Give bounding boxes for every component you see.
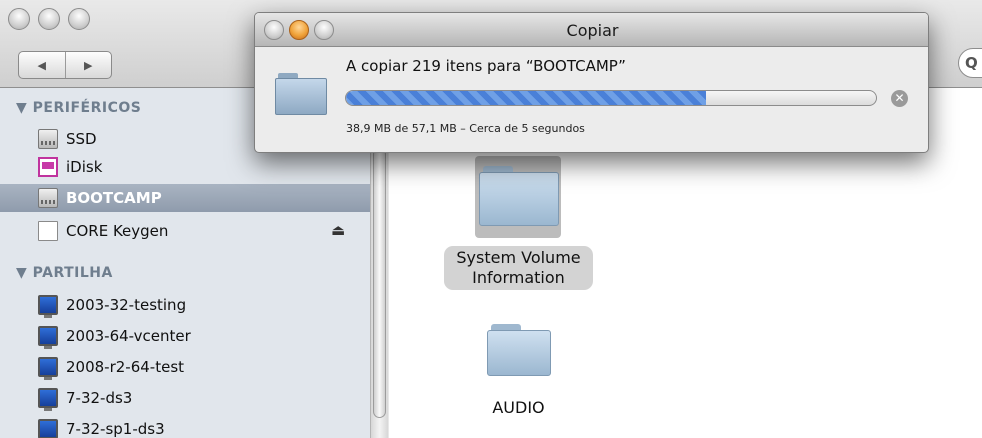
section-header-devices[interactable]: ▼ PERIFÉRICOS bbox=[16, 100, 141, 116]
sidebar-item-idisk[interactable]: iDisk bbox=[0, 153, 370, 181]
folder-icon bbox=[275, 73, 327, 115]
search-field[interactable]: Q bbox=[958, 48, 982, 78]
copy-message: A copiar 219 itens para “BOOTCAMP” bbox=[346, 57, 626, 75]
sidebar-scroll-thumb[interactable] bbox=[373, 148, 386, 418]
sidebar-item-label: 2003-32-testing bbox=[66, 296, 187, 314]
monitor-icon bbox=[38, 357, 58, 380]
sidebar-item-label: BOOTCAMP bbox=[66, 189, 162, 207]
copy-progress-fill bbox=[346, 91, 707, 105]
copy-status: 38,9 MB de 57,1 MB – Cerca de 5 segundos bbox=[346, 122, 585, 135]
folder-label-line1: System Volume bbox=[456, 248, 581, 267]
sidebar-item-2003-32-testing[interactable]: 2003-32-testing bbox=[0, 291, 370, 319]
sidebar-item-7-32-ds3[interactable]: 7-32-ds3 bbox=[0, 384, 370, 412]
search-icon: Q bbox=[965, 54, 978, 72]
sidebar-item-core-keygen[interactable]: CORE Keygen ⏏ bbox=[0, 217, 370, 245]
back-button[interactable]: ◀ bbox=[19, 52, 65, 78]
finder-minimize-button[interactable] bbox=[38, 8, 60, 30]
sidebar-item-2003-64-vcenter[interactable]: 2003-64-vcenter bbox=[0, 322, 370, 350]
sidebar-item-label: SSD bbox=[66, 130, 97, 148]
sidebar-item-label: CORE Keygen bbox=[66, 222, 169, 240]
sidebar-item-label: 2003-64-vcenter bbox=[66, 327, 191, 345]
back-arrow-icon: ◀ bbox=[37, 58, 46, 72]
folder-system-volume-information[interactable]: System Volume Information bbox=[431, 164, 606, 290]
volume-icon bbox=[38, 221, 58, 241]
folder-label: System Volume Information bbox=[444, 246, 593, 290]
forward-arrow-icon: ▶ bbox=[84, 58, 93, 72]
sidebar-item-bootcamp[interactable]: BOOTCAMP bbox=[0, 184, 370, 212]
sidebar-item-label: 7-32-sp1-ds3 bbox=[66, 420, 165, 438]
copy-progress-bar bbox=[345, 90, 877, 106]
monitor-icon bbox=[38, 295, 58, 318]
sidebar-item-label: iDisk bbox=[66, 158, 103, 176]
sidebar-item-label: 7-32-ds3 bbox=[66, 389, 133, 407]
folder-label-line2: Information bbox=[472, 268, 565, 287]
folder-audio[interactable]: AUDIO bbox=[431, 322, 606, 418]
idisk-icon bbox=[38, 157, 58, 177]
finder-close-button[interactable] bbox=[8, 8, 30, 30]
dialog-titlebar: Copiar bbox=[255, 13, 928, 47]
monitor-icon bbox=[38, 388, 58, 411]
sidebar-item-label: 2008-r2-64-test bbox=[66, 358, 185, 376]
back-forward-control: ◀ ▶ bbox=[18, 51, 112, 79]
folder-label: AUDIO bbox=[492, 398, 545, 417]
folder-icon bbox=[478, 164, 559, 226]
monitor-icon bbox=[38, 419, 58, 438]
sidebar-item-7-32-sp1-ds3[interactable]: 7-32-sp1-ds3 bbox=[0, 415, 370, 438]
monitor-icon bbox=[38, 326, 58, 349]
drive-icon bbox=[38, 129, 58, 149]
finder-zoom-button[interactable] bbox=[68, 8, 90, 30]
cancel-copy-icon[interactable]: ✕ bbox=[891, 90, 908, 107]
sidebar-item-2008-r2-64-test[interactable]: 2008-r2-64-test bbox=[0, 353, 370, 381]
section-header-shared[interactable]: ▼ PARTILHA bbox=[16, 265, 113, 281]
forward-button[interactable]: ▶ bbox=[64, 52, 112, 78]
eject-icon[interactable]: ⏏ bbox=[331, 221, 345, 239]
drive-icon bbox=[38, 188, 58, 208]
copy-dialog: Copiar A copiar 219 itens para “BOOTCAMP… bbox=[254, 12, 929, 153]
folder-icon bbox=[486, 322, 551, 376]
dialog-title: Copiar bbox=[566, 21, 619, 40]
